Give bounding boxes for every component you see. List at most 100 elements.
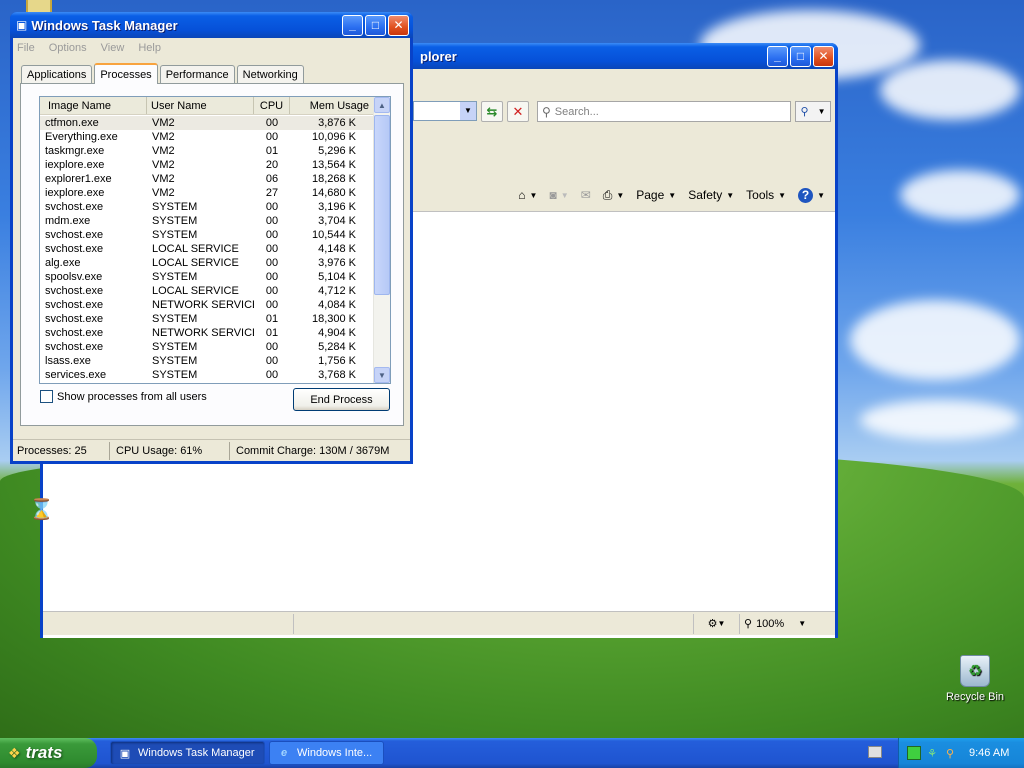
tab-networking[interactable]: Networking [236,65,304,83]
vertical-scrollbar[interactable]: ▲ ▼ [373,97,390,383]
task-manager-titlebar[interactable]: ▣ Windows Task Manager _ □ ✕ [10,12,413,38]
tab-applications[interactable]: Applications [21,65,93,83]
zoom-button[interactable]: ⚲ 100% ▼ [739,613,815,634]
process-image-name: spoolsv.exe [45,271,103,283]
table-row[interactable]: svchost.exe NETWORK SERVICE 01 4,904 K [40,326,374,340]
process-list-header: Image Name User Name CPU Mem Usage [40,97,390,115]
process-cpu: 01 [265,145,279,157]
table-row[interactable]: taskmgr.exe VM2 01 5,296 K [40,144,374,158]
table-row[interactable]: explorer1.exe VM2 06 18,268 K [40,172,374,186]
process-mem-usage: 4,084 K [318,299,356,311]
chevron-down-icon: ▼ [378,370,386,380]
help-button[interactable]: ? ▼ [798,187,825,203]
column-mem-usage[interactable]: Mem Usage [290,97,374,114]
maximize-icon: □ [796,49,805,63]
close-button[interactable]: ✕ [388,14,409,36]
mail-button[interactable]: ✉ [581,188,591,202]
maximize-button[interactable]: □ [790,45,811,67]
table-row[interactable]: svchost.exe NETWORK SERVICE 00 4,084 K [40,298,374,312]
page-menu[interactable]: Page ▼ [636,188,676,202]
safety-menu-label: Safety [688,188,723,202]
menu-options[interactable]: Options [49,42,87,54]
end-process-button[interactable]: End Process [293,388,390,411]
column-cpu[interactable]: CPU [254,97,290,114]
process-user-name: SYSTEM [152,229,198,241]
address-bar[interactable]: ▼ [413,101,477,121]
process-user-name: SYSTEM [152,355,198,367]
task-manager-tray-icon[interactable] [907,746,921,760]
show-all-processes-checkbox[interactable]: Show processes from all users [40,390,207,403]
process-image-name: svchost.exe [45,229,104,241]
table-row[interactable]: svchost.exe LOCAL SERVICE 00 4,712 K [40,284,374,298]
table-row[interactable]: svchost.exe SYSTEM 01 18,300 K [40,312,374,326]
home-button[interactable]: ⌂ ▼ [518,188,537,202]
table-row[interactable]: ctfmon.exe VM2 00 3,876 K [40,116,374,130]
feeds-button[interactable]: ◙ ▼ [549,188,568,202]
table-row[interactable]: svchost.exe SYSTEM 00 3,196 K [40,200,374,214]
table-row[interactable]: svchost.exe SYSTEM 00 5,284 K [40,340,374,354]
menu-view[interactable]: View [101,42,125,54]
table-row[interactable]: services.exe SYSTEM 00 3,768 K [40,368,374,382]
tools-menu[interactable]: Tools ▼ [746,188,786,202]
table-row[interactable]: iexplore.exe VM2 20 13,564 K [40,158,374,172]
print-button[interactable]: ⎙ ▼ [603,188,625,203]
search-button[interactable]: ⚲ ▼ [795,101,831,122]
process-cpu: 00 [265,285,279,297]
task-manager-status-bar: Processes: 25 CPU Usage: 61% Commit Char… [13,439,410,461]
close-button[interactable]: ✕ [813,45,834,67]
recycle-bin-icon: ♻ [960,655,990,687]
process-cpu: 00 [265,355,279,367]
process-cpu: 00 [265,243,279,255]
search-input[interactable]: ⚲ Search... [537,101,791,122]
network-icon[interactable]: ⚘ [925,746,939,760]
tab-performance[interactable]: Performance [159,65,235,83]
recycle-bin[interactable]: ♻ Recycle Bin [944,655,1006,703]
ie-icon: e [280,747,288,759]
table-row[interactable]: svchost.exe LOCAL SERVICE 00 4,148 K [40,242,374,256]
checkbox-box[interactable] [40,390,53,403]
chevron-down-icon[interactable]: ▼ [616,191,624,200]
table-row[interactable]: Everything.exe VM2 00 10,096 K [40,130,374,144]
process-image-name: svchost.exe [45,285,104,297]
table-row[interactable]: lsass.exe SYSTEM 00 1,756 K [40,354,374,368]
start-button[interactable]: ❖ trats [0,738,97,768]
chevron-down-icon[interactable]: ▼ [818,107,826,116]
table-row[interactable]: iexplore.exe VM2 27 14,680 K [40,186,374,200]
search-tray-icon[interactable]: ⚲ [943,746,957,760]
chevron-down-icon[interactable]: ▼ [460,102,476,120]
process-mem-usage: 14,680 K [311,187,356,199]
taskbar-item-internet-explorer[interactable]: e Windows Inte... [269,741,384,765]
task-manager-window[interactable]: ▣ Windows Task Manager _ □ ✕ File Option… [10,12,413,464]
process-cpu: 01 [265,313,279,325]
menu-help[interactable]: Help [138,42,161,54]
minimize-button[interactable]: _ [342,14,363,36]
menu-file[interactable]: File [17,42,35,54]
scroll-thumb[interactable] [374,115,390,295]
table-row[interactable]: alg.exe LOCAL SERVICE 00 3,976 K [40,256,374,270]
chevron-down-icon: ▼ [817,190,825,200]
process-cpu: 00 [265,257,279,269]
column-user-name[interactable]: User Name [147,97,254,114]
column-image-name[interactable]: Image Name [40,97,147,114]
tab-processes[interactable]: Processes [94,63,158,84]
keyboard-icon[interactable] [868,746,882,758]
maximize-button[interactable]: □ [365,14,386,36]
scroll-up-button[interactable]: ▲ [374,97,390,113]
chevron-down-icon[interactable]: ▼ [530,191,538,200]
table-row[interactable]: mdm.exe SYSTEM 00 3,704 K [40,214,374,228]
process-list[interactable]: Image Name User Name CPU Mem Usage ctfmo… [39,96,391,384]
table-row[interactable]: svchost.exe SYSTEM 00 10,544 K [40,228,374,242]
safety-menu[interactable]: Safety ▼ [688,188,734,202]
stop-button[interactable]: ✕ [507,101,529,122]
minimize-button[interactable]: _ [767,45,788,67]
table-row[interactable]: spoolsv.exe SYSTEM 00 5,104 K [40,270,374,284]
process-cpu: 00 [265,131,279,143]
process-mem-usage: 3,704 K [318,215,356,227]
scroll-down-button[interactable]: ▼ [374,367,390,383]
zone-button[interactable]: ⚙ ▼ [693,613,739,634]
maximize-icon: □ [371,18,380,32]
page-menu-label: Page [636,188,665,202]
refresh-button[interactable]: ⇆ [481,101,503,122]
taskbar-item-task-manager[interactable]: ▣ Windows Task Manager [110,741,265,765]
windows-logo-icon: ❖ [8,744,21,761]
